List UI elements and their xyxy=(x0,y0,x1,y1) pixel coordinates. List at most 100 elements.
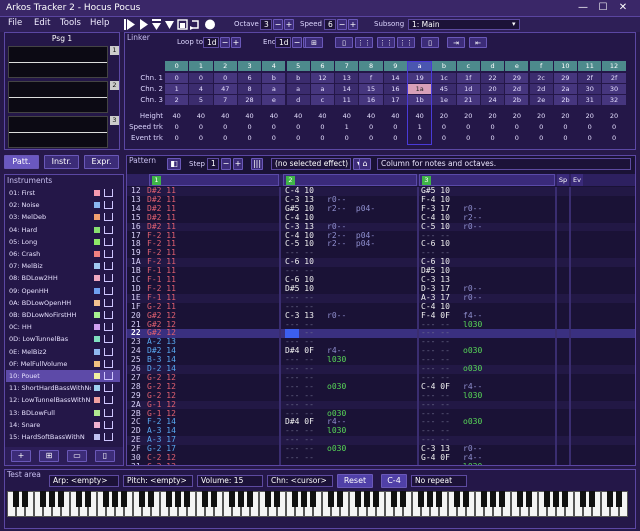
pattern-row[interactable] xyxy=(127,418,635,427)
pattern-row[interactable] xyxy=(127,293,635,303)
linker-cell[interactable]: 0 xyxy=(602,133,625,143)
linker-cell[interactable]: 40 xyxy=(384,111,407,121)
linker-cell[interactable]: 31 xyxy=(578,95,602,105)
linker-cell[interactable]: 0 xyxy=(287,122,310,132)
octave-plus-button[interactable]: + xyxy=(284,19,294,30)
instrument-item[interactable]: 06: Crash xyxy=(6,248,120,260)
piano-black-key[interactable] xyxy=(391,491,397,507)
step-minus-button[interactable]: − xyxy=(221,158,231,170)
pattern-row[interactable] xyxy=(127,436,635,446)
linker-cell[interactable]: 45 xyxy=(432,84,456,94)
event-track-header[interactable]: Ev xyxy=(571,174,583,186)
linker-cell[interactable]: 0 xyxy=(530,133,553,143)
pattern-row[interactable] xyxy=(127,463,635,465)
piano-black-key[interactable] xyxy=(211,491,217,507)
link-right-icon[interactable]: ⇥ xyxy=(447,37,465,48)
speed-track-header[interactable]: Sp xyxy=(557,174,569,186)
linker-cell[interactable]: 1e xyxy=(432,95,456,105)
pattern-row[interactable] xyxy=(127,258,635,268)
linker-cell[interactable]: 2e xyxy=(529,95,553,105)
linker-cell[interactable]: 0 xyxy=(457,122,480,132)
pattern-row[interactable] xyxy=(127,445,635,454)
pattern-row[interactable] xyxy=(127,196,635,205)
add-instrument-icon[interactable]: + xyxy=(11,450,31,462)
linker-cell[interactable]: 1c xyxy=(432,73,456,83)
linker-cell[interactable]: 0 xyxy=(578,122,601,132)
piano-black-key[interactable] xyxy=(436,491,442,507)
linker-cell[interactable]: 20 xyxy=(578,111,601,121)
linker-column-header[interactable]: b xyxy=(432,61,456,71)
linker-cell[interactable]: 40 xyxy=(262,111,285,121)
effect-edit-icon[interactable]: ⌂ xyxy=(359,158,371,170)
linker-column-header[interactable]: 7 xyxy=(335,61,359,71)
track-3-header[interactable]: 3 xyxy=(419,174,555,186)
piano-black-key[interactable] xyxy=(616,491,622,507)
link-left-icon[interactable]: ⇤ xyxy=(469,37,487,48)
linker-cell[interactable]: 0 xyxy=(554,133,577,143)
pattern-row[interactable] xyxy=(127,392,635,401)
piano-black-key[interactable] xyxy=(337,491,343,507)
piano-black-key[interactable] xyxy=(103,491,109,507)
linker-column-header[interactable]: 9 xyxy=(383,61,407,71)
linker-cell[interactable]: 0 xyxy=(432,122,455,132)
instrument-color-swatch[interactable] xyxy=(94,202,100,209)
piano-black-key[interactable] xyxy=(526,491,532,507)
linker-cell[interactable]: 0 xyxy=(165,122,188,132)
linker-cell[interactable]: 7 xyxy=(213,95,237,105)
instrument-color-swatch[interactable] xyxy=(94,421,100,428)
grid-layout-icon[interactable]: ⊞ xyxy=(305,37,323,48)
linker-cell[interactable]: 0 xyxy=(214,133,237,143)
linker-cell[interactable]: 0 xyxy=(214,122,237,132)
linker-cell[interactable]: 20 xyxy=(602,111,625,121)
pattern-row[interactable] xyxy=(127,454,635,463)
duplicate-instrument-icon[interactable]: ⊞ xyxy=(39,450,59,462)
linker-cell[interactable]: 0 xyxy=(262,122,285,132)
piano-black-key[interactable] xyxy=(148,491,154,507)
linker-cell[interactable]: 40 xyxy=(359,111,382,121)
pattern-row[interactable] xyxy=(127,410,635,419)
instrument-color-swatch[interactable] xyxy=(94,214,100,221)
linker-cell[interactable]: 24 xyxy=(480,95,505,105)
step-value[interactable]: 1 xyxy=(207,158,219,170)
insert-after-icon[interactable]: ⋮⋮ xyxy=(377,37,395,48)
pattern-grid[interactable]: 12 D#2 11 C-4 10 G#5 10 13 D#2 11 C-3 13 r0-- F-… xyxy=(127,187,635,465)
linker-cell[interactable]: 2b xyxy=(505,95,529,105)
instrument-color-swatch[interactable] xyxy=(94,385,100,392)
linker-cell[interactable]: 40 xyxy=(214,111,237,121)
instrument-color-swatch[interactable] xyxy=(94,312,100,318)
end-value[interactable]: 1d xyxy=(275,37,291,48)
pattern-row[interactable] xyxy=(127,267,635,276)
linker-cell[interactable]: 29 xyxy=(553,73,578,83)
linker-cell[interactable]: 2d xyxy=(505,84,529,94)
piano-black-key[interactable] xyxy=(85,491,91,507)
piano-black-key[interactable] xyxy=(373,491,379,507)
linker-cell[interactable]: 12 xyxy=(310,73,335,83)
instrument-item[interactable]: 0A: BDLowOpenHH xyxy=(6,297,120,309)
linker-cell[interactable]: 0 xyxy=(311,122,334,132)
instrument-color-swatch[interactable] xyxy=(94,409,100,416)
track-2-effect[interactable]: o030 xyxy=(327,444,346,454)
linker-cell[interactable]: d xyxy=(286,95,310,105)
speed-minus-button[interactable]: − xyxy=(337,19,347,30)
instrument-item[interactable]: 10: Pouet xyxy=(6,370,120,382)
piano-black-key[interactable] xyxy=(418,491,424,507)
instrument-item[interactable]: 01: First xyxy=(6,187,120,199)
pattern-row[interactable] xyxy=(127,427,635,436)
linker-cell[interactable]: 0 xyxy=(189,122,212,132)
linker-cell[interactable]: 20 xyxy=(481,111,504,121)
marker-icon[interactable]: ▯ xyxy=(335,37,353,48)
instrument-color-swatch[interactable] xyxy=(94,373,100,379)
linker-column-header[interactable]: 10 xyxy=(553,61,578,71)
linker-cell[interactable]: 47 xyxy=(213,84,237,94)
linker-cell[interactable]: 0 xyxy=(505,122,528,132)
linker-column-header[interactable]: 4 xyxy=(262,61,286,71)
pattern-row[interactable] xyxy=(127,347,635,356)
pattern-row[interactable] xyxy=(127,187,635,196)
volume-select[interactable]: Volume: 15 xyxy=(197,475,263,487)
instrument-item[interactable]: 05: Long xyxy=(6,236,120,248)
piano-black-key[interactable] xyxy=(544,491,550,507)
track-2-effect[interactable]: r0-- xyxy=(327,311,346,321)
pattern-row[interactable] xyxy=(127,338,635,347)
end-minus-button[interactable]: − xyxy=(292,37,302,48)
linker-cell[interactable]: 0 xyxy=(432,133,455,143)
